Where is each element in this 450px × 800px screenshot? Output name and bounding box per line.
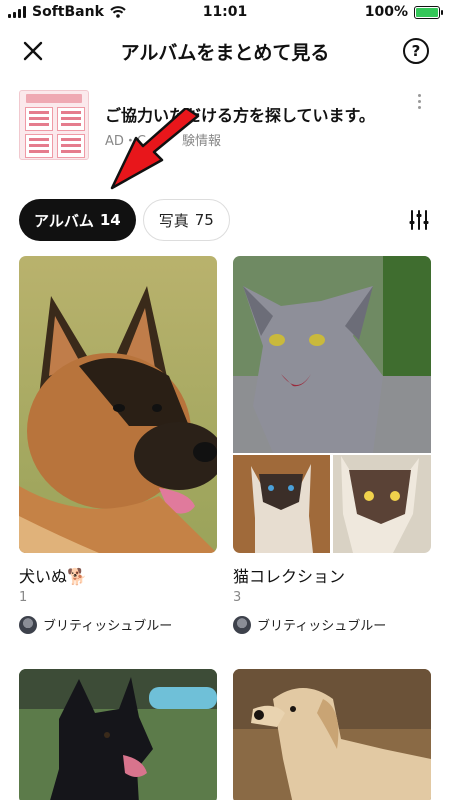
black-dog-photo bbox=[19, 669, 217, 800]
tab-label: アルバム bbox=[34, 211, 94, 230]
ad-title: ご協力いただける方を探しています。 bbox=[105, 106, 375, 125]
battery-icon bbox=[414, 5, 443, 19]
tab-label: 写真 bbox=[158, 211, 189, 230]
album-title: 犬いぬ🐕 bbox=[19, 567, 87, 586]
avatar bbox=[233, 615, 251, 634]
album-cover-golden[interactable] bbox=[233, 669, 431, 800]
album-owner: ブリティッシュブルー bbox=[19, 615, 172, 634]
ad-banner[interactable]: ご協力いただける方を探しています。 AD・C 験情報 bbox=[19, 90, 431, 160]
album-owner: ブリティッシュブルー bbox=[233, 615, 386, 634]
tab-photos[interactable]: 写真 75 bbox=[142, 199, 230, 241]
cat-collage bbox=[233, 256, 431, 553]
tab-bar: アルバム 14 写真 75 bbox=[19, 199, 230, 241]
help-icon[interactable]: ? bbox=[403, 38, 429, 64]
ad-sublabel: AD・C 験情報 bbox=[105, 134, 221, 149]
avatar bbox=[19, 615, 37, 634]
tab-albums[interactable]: アルバム 14 bbox=[19, 199, 136, 241]
dog-photo bbox=[19, 256, 217, 553]
owner-name: ブリティッシュブルー bbox=[257, 619, 387, 634]
sliders-icon[interactable] bbox=[407, 208, 431, 232]
more-vertical-icon[interactable] bbox=[409, 94, 429, 114]
tab-count: 14 bbox=[99, 211, 121, 229]
tab-count: 75 bbox=[194, 211, 214, 229]
album-title: 猫コレクション bbox=[233, 567, 346, 586]
status-right: 100% bbox=[364, 4, 443, 20]
golden-retriever-photo bbox=[233, 669, 431, 800]
ad-thumbnail bbox=[19, 90, 89, 160]
album-cover-cats[interactable] bbox=[233, 256, 431, 553]
page-title: アルバムをまとめて見る bbox=[120, 42, 330, 64]
status-bar: SoftBank 11:01 100% bbox=[0, 0, 450, 26]
battery-percent: 100% bbox=[364, 4, 408, 20]
album-card[interactable]: 犬いぬ🐕 1 ブリティッシュブルー bbox=[19, 256, 217, 634]
album-card[interactable]: 猫コレクション 3 ブリティッシュブルー bbox=[233, 256, 431, 634]
album-count: 3 bbox=[233, 590, 242, 605]
album-cover-dog[interactable] bbox=[19, 256, 217, 553]
owner-name: ブリティッシュブルー bbox=[43, 619, 173, 634]
album-cover-black-dog[interactable] bbox=[19, 669, 217, 800]
album-count: 1 bbox=[19, 590, 28, 605]
header: アルバムをまとめて見る ? bbox=[0, 30, 450, 72]
